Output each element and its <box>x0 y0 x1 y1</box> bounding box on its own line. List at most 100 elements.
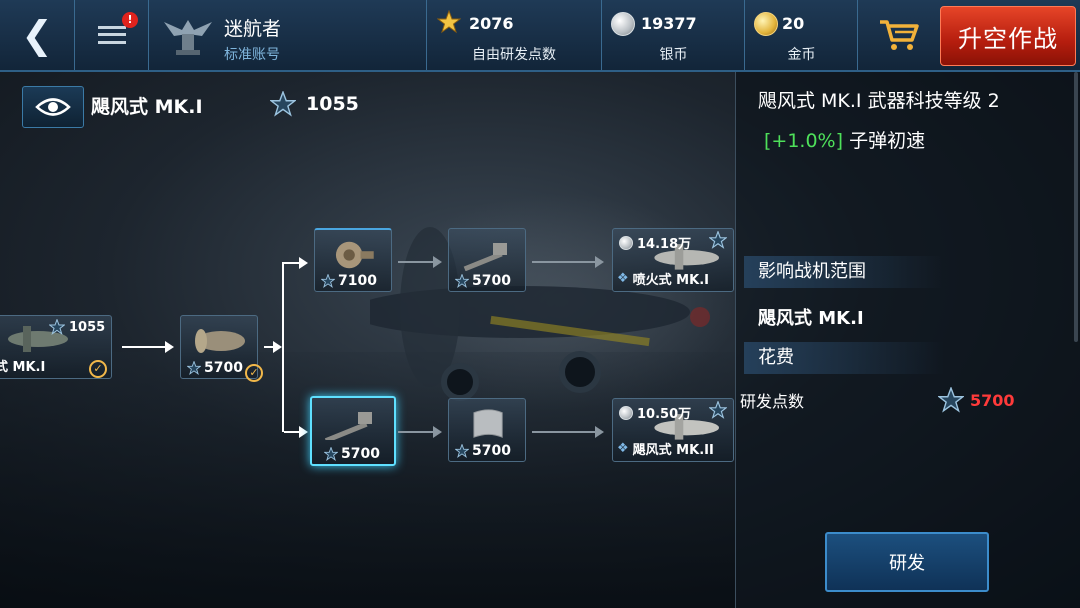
silver-coin-icon <box>619 235 633 250</box>
node-cost-value: 5700 <box>341 446 380 462</box>
gold-star-icon <box>437 10 461 34</box>
completed-check-icon: ✓ <box>89 360 107 378</box>
gold-value: 20 <box>782 14 805 33</box>
player-name: 迷航者 <box>224 18 282 40</box>
tech-node-gun-upgrade[interactable]: 5700 <box>448 228 526 292</box>
next-plane-name-text: 飓风式 MK.II <box>632 443 714 458</box>
eagle-emblem-icon <box>164 20 212 55</box>
blue-star-icon <box>49 319 65 335</box>
silver-coin-icon <box>611 12 635 36</box>
blue-star-icon <box>455 444 469 458</box>
tech-node-gun-selected[interactable]: 5700 <box>310 396 396 466</box>
gold-label: 金币 <box>787 47 816 63</box>
rank-chevron-icon: ❖ <box>617 441 629 456</box>
cost-header: 花费 <box>744 342 944 374</box>
root-plane-points-value: 1055 <box>69 319 106 335</box>
next-plane-price: 14.18万 <box>619 233 691 252</box>
next-plane-name: ❖ 喷火式 MK.I <box>617 269 709 288</box>
node-cost-value: 5700 <box>204 360 243 376</box>
panel-scrollbar[interactable] <box>1074 72 1078 342</box>
root-plane-card[interactable]: 1055 式 MK.I ✓ <box>0 315 112 379</box>
blue-star-icon <box>270 91 296 117</box>
gold-coin-icon <box>754 12 778 36</box>
node-cost: 5700 <box>187 360 243 376</box>
blue-star-icon <box>709 231 727 249</box>
tree-connector <box>264 341 282 353</box>
plane-title: 飓风式 MK.I <box>91 96 203 118</box>
silver-display: 19377 银币 <box>603 0 745 70</box>
profile-panel[interactable]: 迷航者 标准账号 <box>150 0 427 70</box>
chevron-left-icon: ❮ <box>21 13 53 57</box>
hamburger-menu-icon <box>98 26 126 44</box>
tree-branch-line <box>282 262 284 432</box>
tree-connector-arrow <box>398 256 442 268</box>
next-plane-name-text: 喷火式 MK.I <box>632 273 709 288</box>
launch-battle-button[interactable]: 升空作战 <box>940 6 1076 66</box>
effect-percent: [+1.0%] <box>764 130 844 152</box>
node-cost: 5700 <box>455 443 511 459</box>
blue-star-icon <box>938 387 964 413</box>
node-cost-value: 7100 <box>338 273 377 289</box>
next-plane-price-value: 10.50万 <box>637 407 692 422</box>
node-cost-value: 5700 <box>472 443 511 459</box>
tech-detail-panel: 飓风式 MK.I 武器科技等级 2 [+1.0%] 子弹初速 影响战机范围 飓风… <box>735 72 1080 608</box>
node-cost-value: 5700 <box>472 273 511 289</box>
research-points-value: 2076 <box>469 14 514 33</box>
blue-star-icon <box>187 361 201 375</box>
gold-display: 20 金币 <box>746 0 858 70</box>
blue-star-icon <box>455 274 469 288</box>
gun-module-icon <box>324 412 372 440</box>
node-cost: 5700 <box>324 446 380 462</box>
root-plane-name: 式 MK.I <box>0 360 46 375</box>
plane-research-points: 1055 <box>270 91 359 117</box>
research-points-display: 2076 自由研发点数 <box>427 0 602 70</box>
eye-icon <box>35 98 71 116</box>
tech-node-turbine[interactable]: 7100 <box>314 228 392 292</box>
cost-value: 5700 <box>938 387 1015 413</box>
top-bar: ❮ ! 迷航者 标准账号 2076 自由研发点数 19377 银币 20 金币 <box>0 0 1080 72</box>
tree-connector-arrow <box>284 257 308 269</box>
shopping-cart-icon <box>880 20 919 50</box>
research-button[interactable]: 研发 <box>825 532 989 592</box>
affected-plane-name: 飓风式 MK.I <box>758 308 864 329</box>
blue-star-icon <box>709 401 727 419</box>
blue-star-icon <box>324 447 338 461</box>
affected-planes-header: 影响战机范围 <box>744 256 944 288</box>
tree-connector-arrow <box>532 256 604 268</box>
node-cost: 5700 <box>455 273 511 289</box>
next-plane-card-spitfire[interactable]: 14.18万 ❖ 喷火式 MK.I <box>612 228 734 292</box>
tech-node-armor[interactable]: 5700 <box>448 398 526 462</box>
cost-row: 研发点数 5700 <box>740 387 1070 413</box>
research-points-label: 自由研发点数 <box>472 47 556 63</box>
silver-coin-icon <box>619 405 633 420</box>
tree-connector-arrow <box>122 341 174 353</box>
tree-connector-arrow <box>398 426 442 438</box>
root-plane-points: 1055 <box>49 319 105 335</box>
menu-button[interactable]: ! <box>76 0 149 70</box>
gun-module-icon <box>463 243 507 271</box>
tree-connector-arrow <box>284 426 308 438</box>
tree-connector-arrow <box>532 426 604 438</box>
view-plane-button[interactable] <box>22 86 84 128</box>
node-cost: 7100 <box>321 273 377 289</box>
cost-label: 研发点数 <box>740 392 805 411</box>
next-plane-card-hurricane-mk2[interactable]: 10.50万 ❖ 飓风式 MK.II <box>612 398 734 462</box>
next-plane-price-value: 14.18万 <box>637 237 692 252</box>
next-plane-price: 10.50万 <box>619 403 691 422</box>
turbine-module-icon <box>335 241 374 269</box>
completed-check-icon: ✓ <box>245 364 263 382</box>
effect-description: 子弹初速 <box>849 130 926 152</box>
account-type: 标准账号 <box>224 47 280 63</box>
tech-node-engine[interactable]: 5700 ✓ <box>180 315 263 382</box>
shop-button[interactable] <box>859 0 939 70</box>
tech-effect: [+1.0%] 子弹初速 <box>764 126 925 153</box>
armor-plate-icon <box>473 409 503 438</box>
blue-star-icon <box>321 274 335 288</box>
cost-value-text: 5700 <box>970 390 1015 410</box>
next-plane-name: ❖ 飓风式 MK.II <box>617 439 714 458</box>
rank-chevron-icon: ❖ <box>617 271 629 286</box>
silver-label: 银币 <box>659 47 688 63</box>
silver-value: 19377 <box>641 14 697 33</box>
back-button[interactable]: ❮ <box>0 0 75 70</box>
plane-research-points-value: 1055 <box>306 93 359 115</box>
